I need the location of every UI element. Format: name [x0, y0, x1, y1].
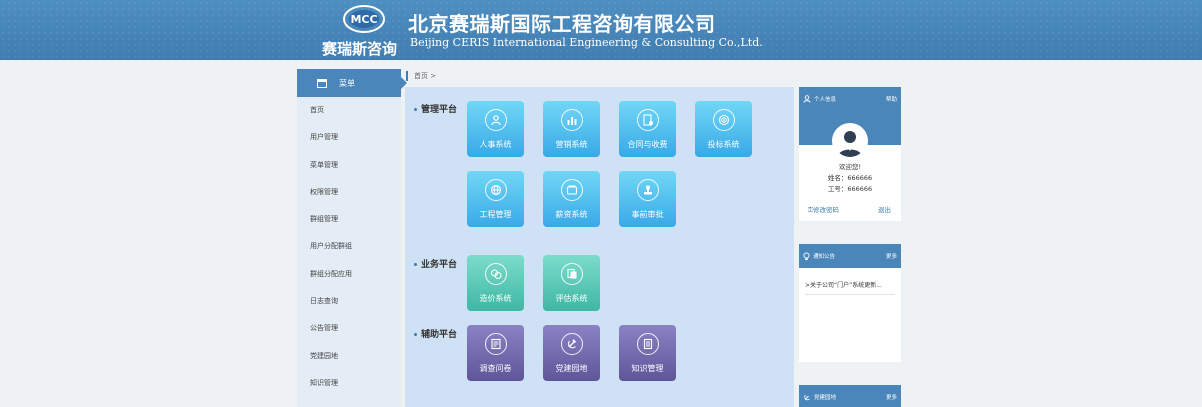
user-id: 工号：666666 — [827, 185, 873, 193]
company-name-cn: 北京赛瑞斯国际工程咨询有限公司 — [408, 12, 716, 36]
lightbulb-icon — [803, 251, 810, 260]
sidebar-item-menus[interactable]: 菜单管理 — [297, 152, 401, 179]
menu-header[interactable]: 菜单 — [297, 69, 407, 97]
tile-label: 评估系统 — [555, 294, 588, 303]
avatar-person-icon — [838, 131, 862, 157]
sidebar-item-groups[interactable]: 群组管理 — [297, 206, 401, 233]
contract-icon — [636, 109, 659, 131]
welcome-text: 欢迎您! — [838, 163, 862, 171]
mcc-logo-icon: MCC — [343, 5, 385, 33]
sidebar-item-party-building[interactable]: 党建园地 — [297, 343, 401, 370]
user-panel-title: 个人信息 — [814, 97, 837, 103]
tile-knowledge-management[interactable]: 知识管理 — [619, 325, 676, 381]
notice-more-link[interactable]: 更多 — [886, 252, 897, 260]
party-more-link[interactable]: 更多 — [886, 393, 897, 401]
sidebar-item-users[interactable]: 用户管理 — [297, 124, 401, 151]
bar-chart-icon — [560, 109, 583, 131]
hammer-sickle-icon — [804, 394, 810, 401]
breadcrumb: 首页 > — [406, 70, 436, 82]
breadcrumb-marker — [406, 71, 408, 81]
tile-label: 合同与收费 — [627, 140, 668, 149]
divider — [805, 294, 895, 295]
notice-panel: 通知公告 更多 >关于公司“门户”系统更新... — [799, 244, 901, 362]
tile-bidding-system[interactable]: 投标系统 — [695, 101, 752, 157]
user-name: 姓名：666666 — [827, 174, 873, 182]
tile-party-building[interactable]: 党建园地 — [543, 325, 600, 381]
tile-label: 党建园地 — [555, 364, 588, 373]
sidebar-item-announcements[interactable]: 公告管理 — [297, 315, 401, 342]
tile-cost-system[interactable]: 造价系统 — [467, 255, 524, 311]
company-name-en: Beijing CERIS International Engineering … — [410, 36, 763, 49]
tile-salary-system[interactable]: 薪资系统 — [543, 171, 600, 227]
tile-hr-system[interactable]: 人事系统 — [467, 101, 524, 157]
logout-link[interactable]: 退出 — [878, 204, 891, 214]
calendar-icon — [317, 78, 327, 88]
tile-label: 工程管理 — [479, 210, 512, 219]
party-panel-header: 党建园地 更多 — [799, 385, 901, 407]
help-link[interactable]: 帮助 — [886, 95, 897, 103]
section-title-auxiliary: 辅助平台 — [414, 327, 457, 340]
party-building-panel: 党建园地 更多 — [799, 385, 901, 407]
tile-marketing-system[interactable]: 营销系统 — [543, 101, 600, 157]
survey-icon — [484, 333, 507, 355]
tile-label: 人事系统 — [479, 140, 512, 149]
menu-title: 菜单 — [339, 78, 355, 88]
tile-label: 事前审批 — [631, 210, 664, 219]
tile-pre-approval[interactable]: 事前审批 — [619, 171, 676, 227]
user-icon — [803, 95, 811, 103]
tile-label: 造价系统 — [479, 294, 512, 303]
main-panel: 管理平台 业务平台 辅助平台 人事系统 营销系统 合同与收费 投标系统 工程管理 — [405, 87, 794, 407]
header-banner: MCC 赛瑞斯咨询 北京赛瑞斯国际工程咨询有限公司 Beijing CERIS … — [0, 0, 1202, 60]
company-logo: MCC 赛瑞斯咨询 — [322, 4, 404, 58]
notice-panel-title: 通知公告 — [813, 254, 836, 260]
document-icon — [560, 263, 583, 285]
sidebar-item-permissions[interactable]: 权限管理 — [297, 179, 401, 206]
sidebar-item-group-app-assign[interactable]: 群组分配应用 — [297, 261, 401, 288]
list-item[interactable]: >关于公司“门户”系统更新... — [805, 280, 882, 289]
sidebar-item-logs[interactable]: 日志查询 — [297, 288, 401, 315]
target-icon — [712, 109, 735, 131]
notice-panel-header: 通知公告 更多 — [799, 244, 901, 268]
sidebar-item-knowledge[interactable]: 知识管理 — [297, 370, 401, 397]
party-panel-title: 党建园地 — [814, 395, 837, 401]
tile-label: 营销系统 — [555, 140, 588, 149]
change-password-link[interactable]: ⚿修改密码 — [808, 204, 839, 215]
tile-label: 知识管理 — [631, 364, 664, 373]
coins-icon — [484, 263, 507, 285]
wallet-icon — [560, 179, 583, 201]
sidebar-item-home[interactable]: 首页 — [297, 97, 401, 124]
breadcrumb-home[interactable]: 首页 > — [414, 71, 436, 81]
tile-label: 薪资系统 — [555, 210, 588, 219]
avatar — [832, 123, 868, 159]
sidebar-item-user-group-assign[interactable]: 用户分配群组 — [297, 233, 401, 260]
globe-icon — [484, 179, 507, 201]
tile-project-management[interactable]: 工程管理 — [467, 171, 524, 227]
tile-label: 投标系统 — [707, 140, 740, 149]
tile-evaluation-system[interactable]: 评估系统 — [543, 255, 600, 311]
book-icon — [636, 333, 659, 355]
user-info-panel: 个人信息 帮助 欢迎您! 姓名：666666 工号：666666 ⚿修改密码 退… — [799, 87, 901, 221]
people-icon — [484, 109, 507, 131]
tile-label: 调查问卷 — [479, 364, 512, 373]
section-title-management: 管理平台 — [414, 102, 457, 115]
tile-survey[interactable]: 调查问卷 — [467, 325, 524, 381]
svg-text:MCC: MCC — [350, 13, 377, 26]
section-title-business: 业务平台 — [414, 257, 457, 270]
logo-text: 赛瑞斯咨询 — [322, 40, 398, 58]
sidebar-menu: 菜单 首页 用户管理 菜单管理 权限管理 群组管理 用户分配群组 群组分配应用 … — [297, 69, 407, 407]
hammer-sickle-icon — [560, 333, 583, 355]
stamp-icon — [636, 179, 659, 201]
tile-contract-billing[interactable]: 合同与收费 — [619, 101, 676, 157]
